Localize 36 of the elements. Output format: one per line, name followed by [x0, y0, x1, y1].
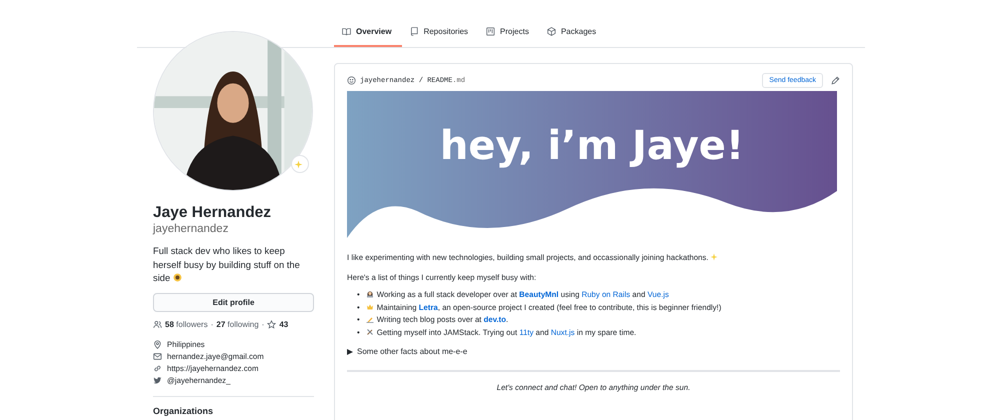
link-icon: [153, 364, 162, 372]
package-icon: [546, 27, 556, 36]
section-heading: Organizations: [153, 406, 214, 416]
mail-icon: [153, 352, 162, 360]
tab[interactable]: Repositories: [402, 25, 478, 47]
star-count: 43: [279, 320, 288, 328]
location-icon: [153, 340, 162, 348]
writing-hand-icon: [366, 315, 374, 323]
separator-dot: ·: [262, 320, 264, 328]
tab[interactable]: Overview: [334, 25, 402, 47]
tab[interactable]: Packages: [538, 25, 606, 47]
profile-name: Jaye Hernandez: [153, 203, 272, 222]
tab[interactable]: Projects: [478, 25, 539, 47]
sunflower-icon: [172, 273, 182, 282]
star-icon: [267, 320, 276, 328]
triangle-icon: [347, 348, 353, 354]
pencil-icon[interactable]: [831, 76, 840, 85]
stat-link[interactable]: 27 following: [216, 320, 259, 328]
repo-icon: [410, 27, 419, 36]
bird-icon: [153, 376, 162, 384]
smiley-icon: [347, 76, 356, 85]
details-summary[interactable]: Some other facts about me-e-e: [347, 347, 840, 356]
person-laptop-icon: [366, 290, 374, 298]
sparkle-icon: [710, 253, 718, 261]
tools-icon: [366, 328, 374, 336]
username: jayehernandez: [153, 222, 230, 236]
book-icon: [342, 27, 351, 36]
banner-title: hey, i’m Jaye!: [440, 123, 744, 169]
crown-icon: [366, 302, 374, 310]
stat-link[interactable]: 58 followers: [165, 320, 208, 328]
project-icon: [486, 27, 496, 36]
people-icon: [153, 320, 162, 328]
sparkle-icon: [294, 160, 303, 168]
edit-profile-button[interactable]: Edit profile: [153, 292, 314, 312]
bio: Full stack dev who likes to keep herself busy by building stuff on the side: [153, 244, 301, 284]
separator-dot: ·: [210, 320, 214, 328]
